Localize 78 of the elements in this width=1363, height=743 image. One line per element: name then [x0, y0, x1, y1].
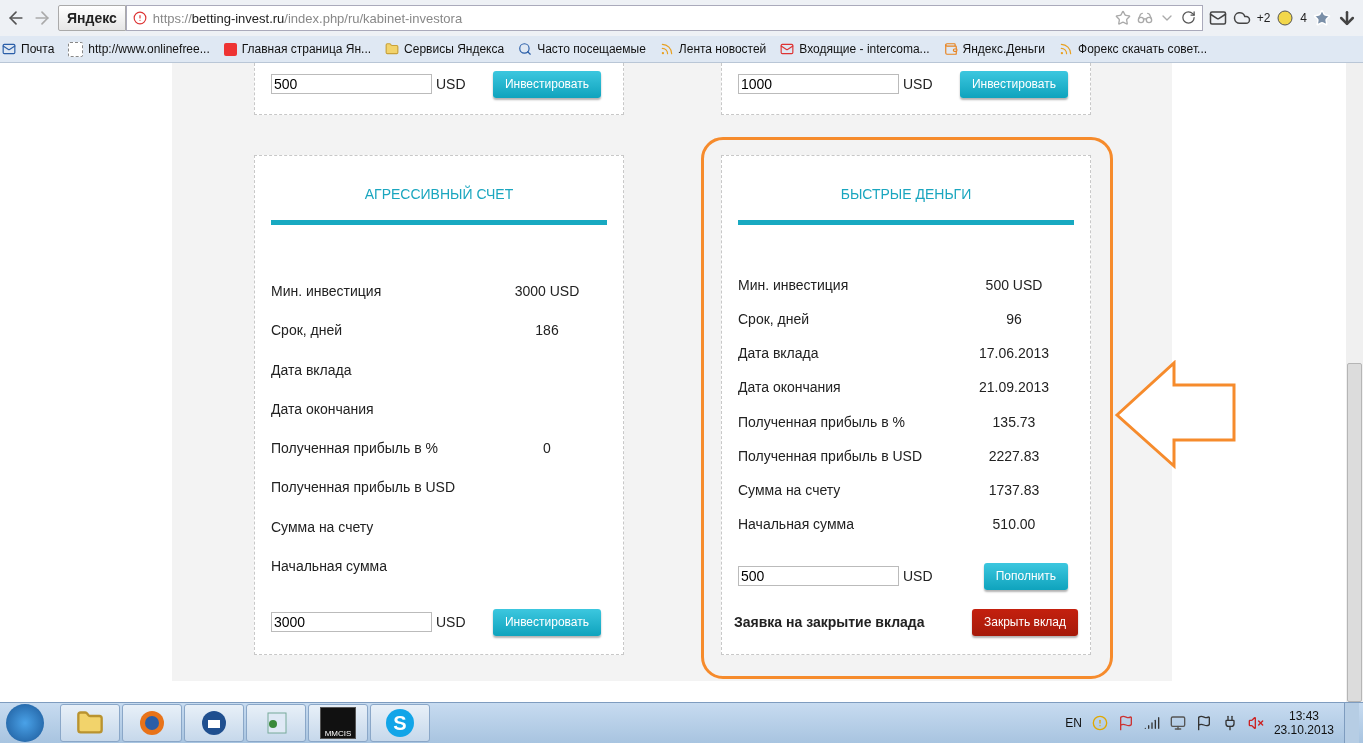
bookmark-link[interactable]: Сервисы Яндекса — [404, 42, 505, 56]
close-deposit-button[interactable]: Закрыть вклад — [972, 608, 1078, 636]
yandex-logo[interactable]: Яндекс — [58, 5, 126, 31]
field-value: 186 — [534, 322, 560, 339]
field-value: 1737.83 — [987, 481, 1041, 498]
amount-input[interactable]: 500 — [271, 74, 432, 94]
bookmark-link[interactable]: Главная страница Ян... — [241, 42, 372, 56]
field-label: Мин. инвестиция — [271, 283, 383, 299]
field-label: Мин. инвестиция — [738, 277, 850, 293]
language-indicator[interactable]: EN — [1065, 716, 1082, 730]
page-icon — [68, 41, 84, 57]
bookmark-link[interactable]: Яндекс.Деньги — [962, 42, 1046, 56]
download-icon[interactable] — [1337, 8, 1357, 28]
field-value: 96 — [1005, 311, 1023, 328]
close-request-label: Заявка на закрытие вклада — [734, 614, 925, 630]
field-label: Сумма на счету — [271, 518, 375, 535]
amount-input[interactable]: 1000 — [738, 74, 899, 94]
amount-input[interactable]: 500 — [738, 566, 899, 586]
bookmark-link[interactable]: Почта — [21, 42, 55, 56]
cloud-icon[interactable] — [1232, 9, 1251, 27]
field-value: 510.00 — [991, 516, 1037, 532]
field-label: Срок, дней — [271, 322, 344, 339]
field-label: Полученная прибыль в USD — [738, 447, 924, 464]
field-label: Дата вклада — [738, 345, 820, 362]
muted-speaker-icon[interactable] — [1247, 715, 1264, 731]
currency-label: USD — [436, 76, 466, 92]
notes-count: 4 — [1300, 11, 1307, 25]
currency-label: USD — [903, 568, 933, 584]
field-value: 0 — [542, 440, 552, 457]
bookmark-star-icon[interactable] — [1313, 9, 1331, 27]
monitor-icon[interactable] — [1169, 715, 1186, 731]
field-label: Полученная прибыль в % — [738, 413, 906, 430]
field-label: Сумма на счету — [738, 481, 842, 498]
envelope-icon — [780, 42, 795, 56]
envelope-icon — [2, 42, 16, 56]
currency-label: USD — [903, 76, 933, 92]
folder-icon[interactable] — [76, 709, 104, 737]
bookmark-link[interactable]: Лента новостей — [678, 42, 767, 56]
field-value: 17.06.2013 — [977, 345, 1051, 362]
field-label: Начальная сумма — [271, 557, 388, 574]
bookmark-link[interactable]: Форекс скачать совет... — [1078, 42, 1208, 56]
plan-title: АГРЕССИВНЫЙ СЧЕТ — [271, 156, 607, 225]
field-value: 2227.83 — [987, 447, 1041, 464]
bookmark-link[interactable]: Часто посещаемые — [537, 42, 646, 56]
start-button[interactable] — [6, 704, 44, 742]
reload-icon[interactable] — [1180, 10, 1196, 25]
magnifier-icon — [518, 42, 533, 56]
field-value: 3000 USD — [513, 283, 581, 299]
plan-title: БЫСТРЫЕ ДЕНЬГИ — [738, 156, 1074, 225]
field-value: 500 USD — [984, 277, 1044, 293]
folder-icon — [385, 42, 400, 56]
mmcis-logo[interactable]: MMCIS — [320, 707, 356, 739]
field-label: Дата окончания — [738, 379, 842, 396]
amount-input[interactable]: 3000 — [271, 612, 432, 632]
bookmark-link[interactable]: http://www.onlinefree... — [88, 42, 210, 56]
field-label: Начальная сумма — [738, 516, 855, 532]
signal-icon[interactable] — [1143, 715, 1160, 731]
wallet-icon — [943, 42, 958, 56]
field-value: 135.73 — [991, 413, 1037, 430]
field-label: Дата вклада — [271, 361, 353, 378]
field-label: Дата окончания — [271, 400, 375, 417]
glasses-icon[interactable] — [1136, 10, 1153, 26]
rss-icon — [1059, 42, 1074, 56]
field-label: Полученная прибыль в % — [271, 440, 439, 457]
address-bar[interactable]: https://betting-invest.ru/index.php/ru/kabinet-investora — [125, 5, 1203, 31]
field-label: Полученная прибыль в USD — [271, 479, 457, 496]
clock[interactable]: 13:43 23.10.2013 — [1273, 709, 1334, 737]
envelope-icon[interactable] — [1208, 9, 1227, 27]
rss-icon — [659, 42, 674, 56]
site-icon — [132, 11, 147, 25]
currency-label: USD — [436, 614, 466, 630]
flag-icon[interactable] — [1195, 715, 1212, 731]
field-label: Срок, дней — [738, 311, 811, 328]
star-icon[interactable] — [1114, 10, 1131, 26]
cloud-count: +2 — [1256, 11, 1271, 25]
field-value: 21.09.2013 — [977, 379, 1051, 396]
scrollbar[interactable] — [1346, 63, 1363, 702]
bookmark-link[interactable]: Входящие - intercoma... — [799, 42, 930, 56]
